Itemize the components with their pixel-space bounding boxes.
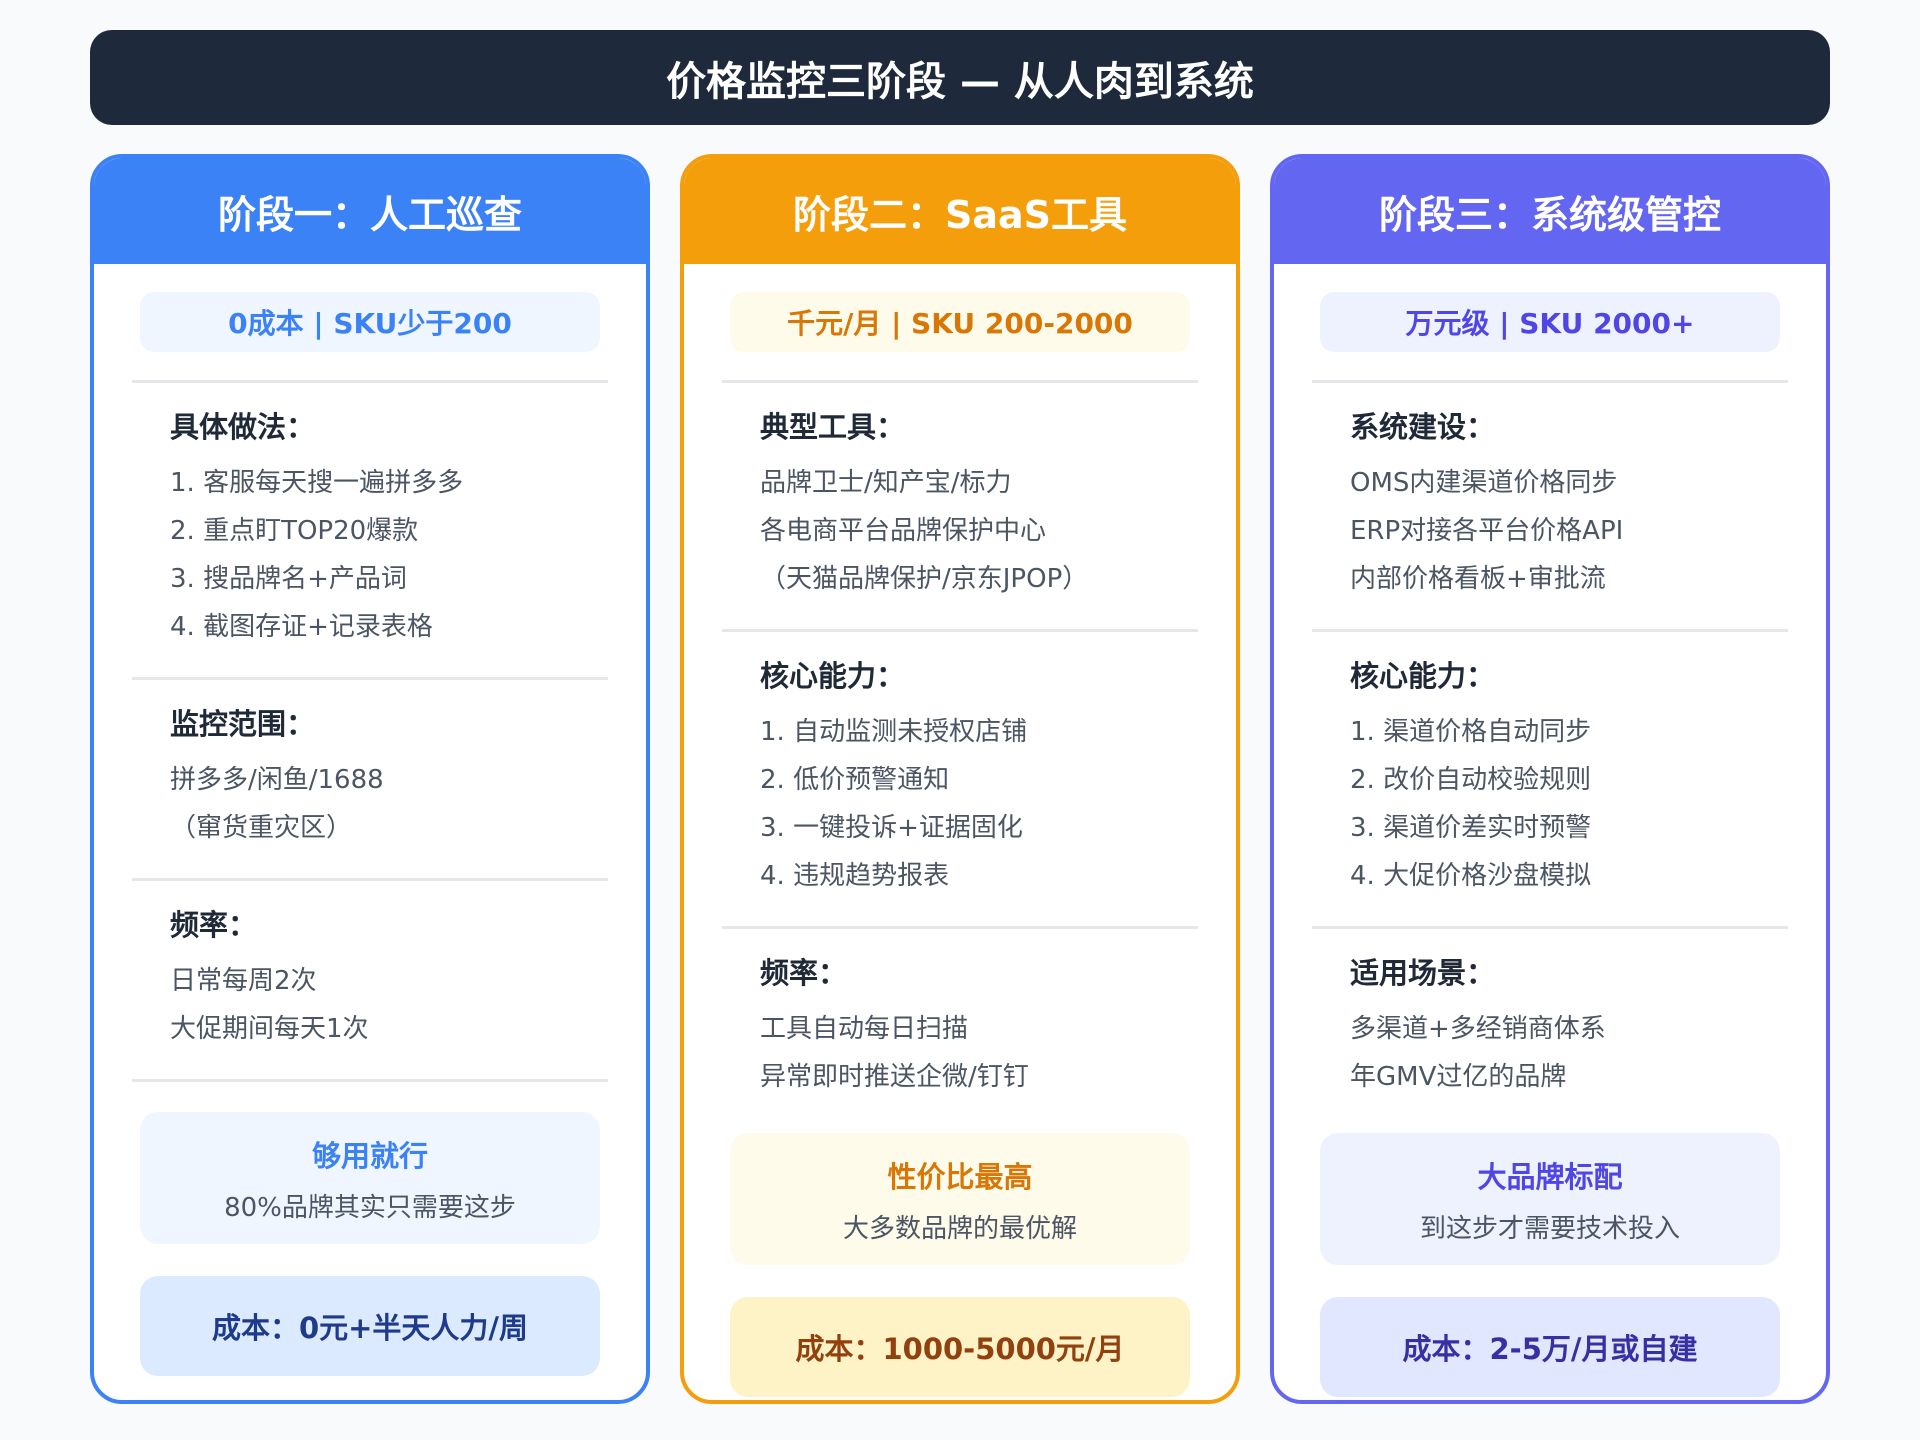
section-title: 核心能力： [1350, 659, 1496, 693]
list-item: 4. 截图存证+记录表格 [170, 612, 433, 642]
list-item: 大促期间每天1次 [170, 1014, 369, 1044]
list-item: 异常即时推送企微/钉钉 [760, 1062, 1029, 1092]
stage-card-3: 阶段三：系统级管控 万元级 | SKU 2000+ 系统建设： OMS内建渠道价… [1270, 154, 1830, 1404]
list-item: 工具自动每日扫描 [760, 1014, 969, 1044]
list-item: 1. 客服每天搜一遍拼多多 [170, 468, 464, 498]
section-title: 具体做法： [170, 410, 316, 444]
list-item: 2. 重点盯TOP20爆款 [170, 516, 419, 546]
stage-2-section-tools: 典型工具： 品牌卫士/知产宝/标力 各电商平台品牌保护中心 （天猫品牌保护/京东… [730, 383, 1190, 629]
list-item: 多渠道+多经销商体系 [1350, 1014, 1606, 1044]
stage-card-2: 阶段二：SaaS工具 千元/月 | SKU 200-2000 典型工具： 品牌卫… [680, 154, 1240, 1404]
list-item: 3. 一键投诉+证据固化 [760, 813, 1023, 843]
list-item: OMS内建渠道价格同步 [1350, 468, 1618, 498]
note-subtitle: 到这步才需要技术投入 [1419, 1213, 1680, 1244]
stage-card-1: 阶段一：人工巡查 0成本 | SKU少于200 具体做法： 1. 客服每天搜一遍… [90, 154, 650, 1404]
stage-1-tag: 0成本 | SKU少于200 [140, 292, 600, 352]
stage-3-header: 阶段三：系统级管控 [1274, 158, 1826, 264]
stage-1-header: 阶段一：人工巡查 [94, 158, 646, 264]
stage-3-note: 大品牌标配 到这步才需要技术投入 [1320, 1133, 1780, 1265]
list-item: 4. 大促价格沙盘模拟 [1350, 861, 1592, 891]
stage-1-cost: 成本：0元+半天人力/周 [140, 1276, 600, 1376]
divider [132, 1079, 608, 1082]
stage-2-note: 性价比最高 大多数品牌的最优解 [730, 1133, 1190, 1265]
page-title: 价格监控三阶段 — 从人肉到系统 [90, 30, 1830, 125]
list-item: 4. 违规趋势报表 [760, 861, 950, 891]
stage-2-cost: 成本：1000-5000元/月 [730, 1297, 1190, 1397]
section-title: 典型工具： [760, 410, 906, 444]
stage-3-cost: 成本：2-5万/月或自建 [1320, 1297, 1780, 1397]
stage-2-section-capabilities: 核心能力： 1. 自动监测未授权店铺 2. 低价预警通知 3. 一键投诉+证据固… [730, 632, 1190, 926]
stage-3-section-scenarios: 适用场景： 多渠道+多经销商体系 年GMV过亿的品牌 [1320, 929, 1780, 1127]
stage-1-section-scope: 监控范围： 拼多多/闲鱼/1688 （窜货重灾区） [140, 680, 600, 878]
list-item: 1. 渠道价格自动同步 [1350, 717, 1592, 747]
note-title: 性价比最高 [887, 1159, 1033, 1194]
list-item: 日常每周2次 [170, 966, 317, 996]
stage-1-section-frequency: 频率： 日常每周2次 大促期间每天1次 [140, 881, 600, 1079]
list-item: （天猫品牌保护/京东JPOP） [760, 564, 1089, 594]
list-item: 2. 改价自动校验规则 [1350, 765, 1592, 795]
list-item: 3. 渠道价差实时预警 [1350, 813, 1592, 843]
stage-1-note: 够用就行 80%品牌其实只需要这步 [140, 1112, 600, 1244]
note-title: 大品牌标配 [1477, 1159, 1623, 1194]
note-subtitle: 大多数品牌的最优解 [842, 1213, 1077, 1244]
stage-2-header: 阶段二：SaaS工具 [684, 158, 1236, 264]
list-item: 2. 低价预警通知 [760, 765, 950, 795]
stage-3-section-system: 系统建设： OMS内建渠道价格同步 ERP对接各平台价格API 内部价格看板+审… [1320, 383, 1780, 629]
stage-2-section-frequency: 频率： 工具自动每日扫描 异常即时推送企微/钉钉 [730, 929, 1190, 1127]
section-title: 频率： [170, 908, 258, 942]
section-title: 核心能力： [760, 659, 906, 693]
stage-1-section-methods: 具体做法： 1. 客服每天搜一遍拼多多 2. 重点盯TOP20爆款 3. 搜品牌… [140, 383, 600, 677]
list-item: ERP对接各平台价格API [1350, 516, 1624, 546]
section-title: 频率： [760, 956, 848, 990]
note-subtitle: 80%品牌其实只需要这步 [224, 1192, 516, 1223]
section-title: 适用场景： [1350, 956, 1496, 990]
list-item: 品牌卫士/知产宝/标力 [760, 468, 1012, 498]
list-item: 拼多多/闲鱼/1688 [170, 765, 384, 795]
section-title: 系统建设： [1350, 410, 1496, 444]
list-item: （窜货重灾区） [170, 813, 353, 843]
list-item: 各电商平台品牌保护中心 [760, 516, 1047, 546]
list-item: 年GMV过亿的品牌 [1350, 1062, 1567, 1092]
stage-3-tag: 万元级 | SKU 2000+ [1320, 292, 1780, 352]
list-item: 内部价格看板+审批流 [1350, 564, 1606, 594]
section-title: 监控范围： [170, 707, 316, 741]
stage-3-section-capabilities: 核心能力： 1. 渠道价格自动同步 2. 改价自动校验规则 3. 渠道价差实时预… [1320, 632, 1780, 926]
list-item: 1. 自动监测未授权店铺 [760, 717, 1028, 747]
stage-2-tag: 千元/月 | SKU 200-2000 [730, 292, 1190, 352]
list-item: 3. 搜品牌名+产品词 [170, 564, 407, 594]
note-title: 够用就行 [311, 1138, 428, 1173]
